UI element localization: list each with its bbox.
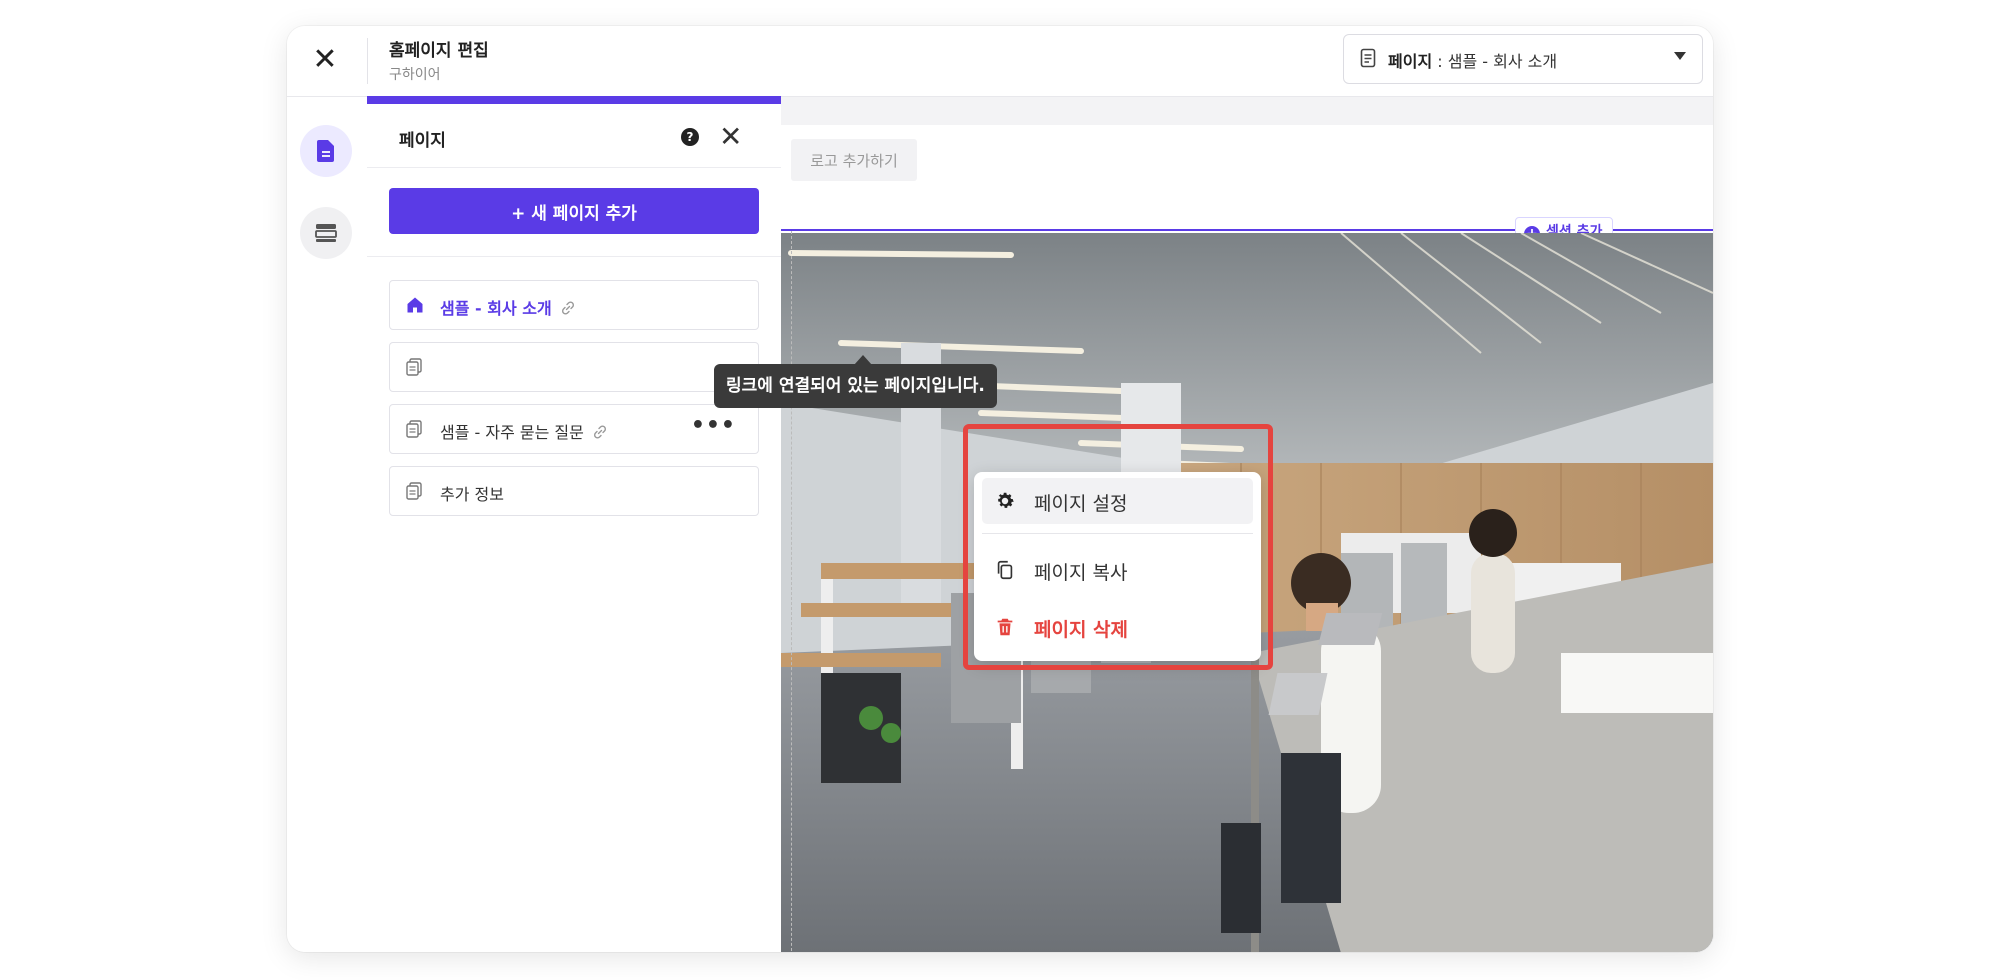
list-divider: [367, 256, 781, 257]
rail-layout-button[interactable]: [300, 207, 352, 259]
editor-window: ✕ 홈페이지 편집 구하이어 페이지 : 샘플 - 회사 소개 페이지 ? ✕ …: [287, 26, 1713, 952]
page-label-text: 샘플 - 회사 소개: [440, 299, 552, 318]
header-divider: [367, 38, 368, 84]
page-list-item-label: 추가 정보: [440, 485, 504, 504]
link-icon: [560, 300, 576, 320]
page-label-text: 샘플 - 자주 묻는 질문: [440, 423, 584, 442]
editor-header: ✕ 홈페이지 편집 구하이어 페이지 : 샘플 - 회사 소개: [287, 26, 1713, 97]
panel-header: 페이지 ? ✕: [367, 104, 781, 168]
page-icon: [406, 482, 422, 504]
page-selector-value: : 샘플 - 회사 소개: [1432, 52, 1558, 71]
section-guide-line: [791, 231, 792, 952]
close-editor-button[interactable]: ✕: [305, 40, 345, 80]
page-selector-label: 페이지 : 샘플 - 회사 소개: [1388, 48, 1557, 72]
rail-pages-button[interactable]: [300, 125, 352, 177]
page-list-item-2[interactable]: [389, 342, 759, 392]
editor-title: 홈페이지 편집: [389, 41, 489, 61]
more-options-button[interactable]: •••: [691, 413, 736, 438]
highlight-frame: [963, 424, 1273, 670]
pages-panel: 페이지 ? ✕ + 새 페이지 추가 샘플 - 회사 소개 샘플 - 자주 묻는…: [367, 96, 782, 952]
home-icon: [406, 296, 424, 318]
document-icon: [1360, 48, 1376, 72]
page-icon: [406, 420, 422, 442]
layout-icon: [315, 224, 337, 242]
page-selector-prefix: 페이지: [1388, 52, 1433, 71]
panel-title: 페이지: [399, 131, 446, 151]
left-rail: [287, 97, 368, 952]
editor-subtitle: 구하이어: [389, 67, 441, 83]
page-selector[interactable]: 페이지 : 샘플 - 회사 소개: [1343, 34, 1703, 84]
close-panel-button[interactable]: ✕: [719, 117, 742, 157]
help-icon[interactable]: ?: [681, 128, 699, 146]
page-list-item-about[interactable]: 샘플 - 회사 소개: [389, 280, 759, 330]
add-page-button[interactable]: + 새 페이지 추가: [389, 188, 759, 234]
chevron-down-icon: [1674, 52, 1686, 60]
page-list-item-label: 샘플 - 자주 묻는 질문: [440, 419, 608, 444]
add-logo-button[interactable]: 로고 추가하기: [791, 139, 917, 181]
linked-page-tooltip: 링크에 연결되어 있는 페이지입니다.: [714, 355, 997, 408]
page-list-item-label: 샘플 - 회사 소개: [440, 295, 576, 320]
page-icon: [406, 358, 422, 380]
panel-accent-bar: [367, 96, 781, 104]
page-icon: [317, 140, 334, 162]
page-list-item-extra[interactable]: 추가 정보: [389, 466, 759, 516]
link-icon: [592, 424, 608, 444]
page-list-item-faq[interactable]: 샘플 - 자주 묻는 질문 •••: [389, 404, 759, 454]
